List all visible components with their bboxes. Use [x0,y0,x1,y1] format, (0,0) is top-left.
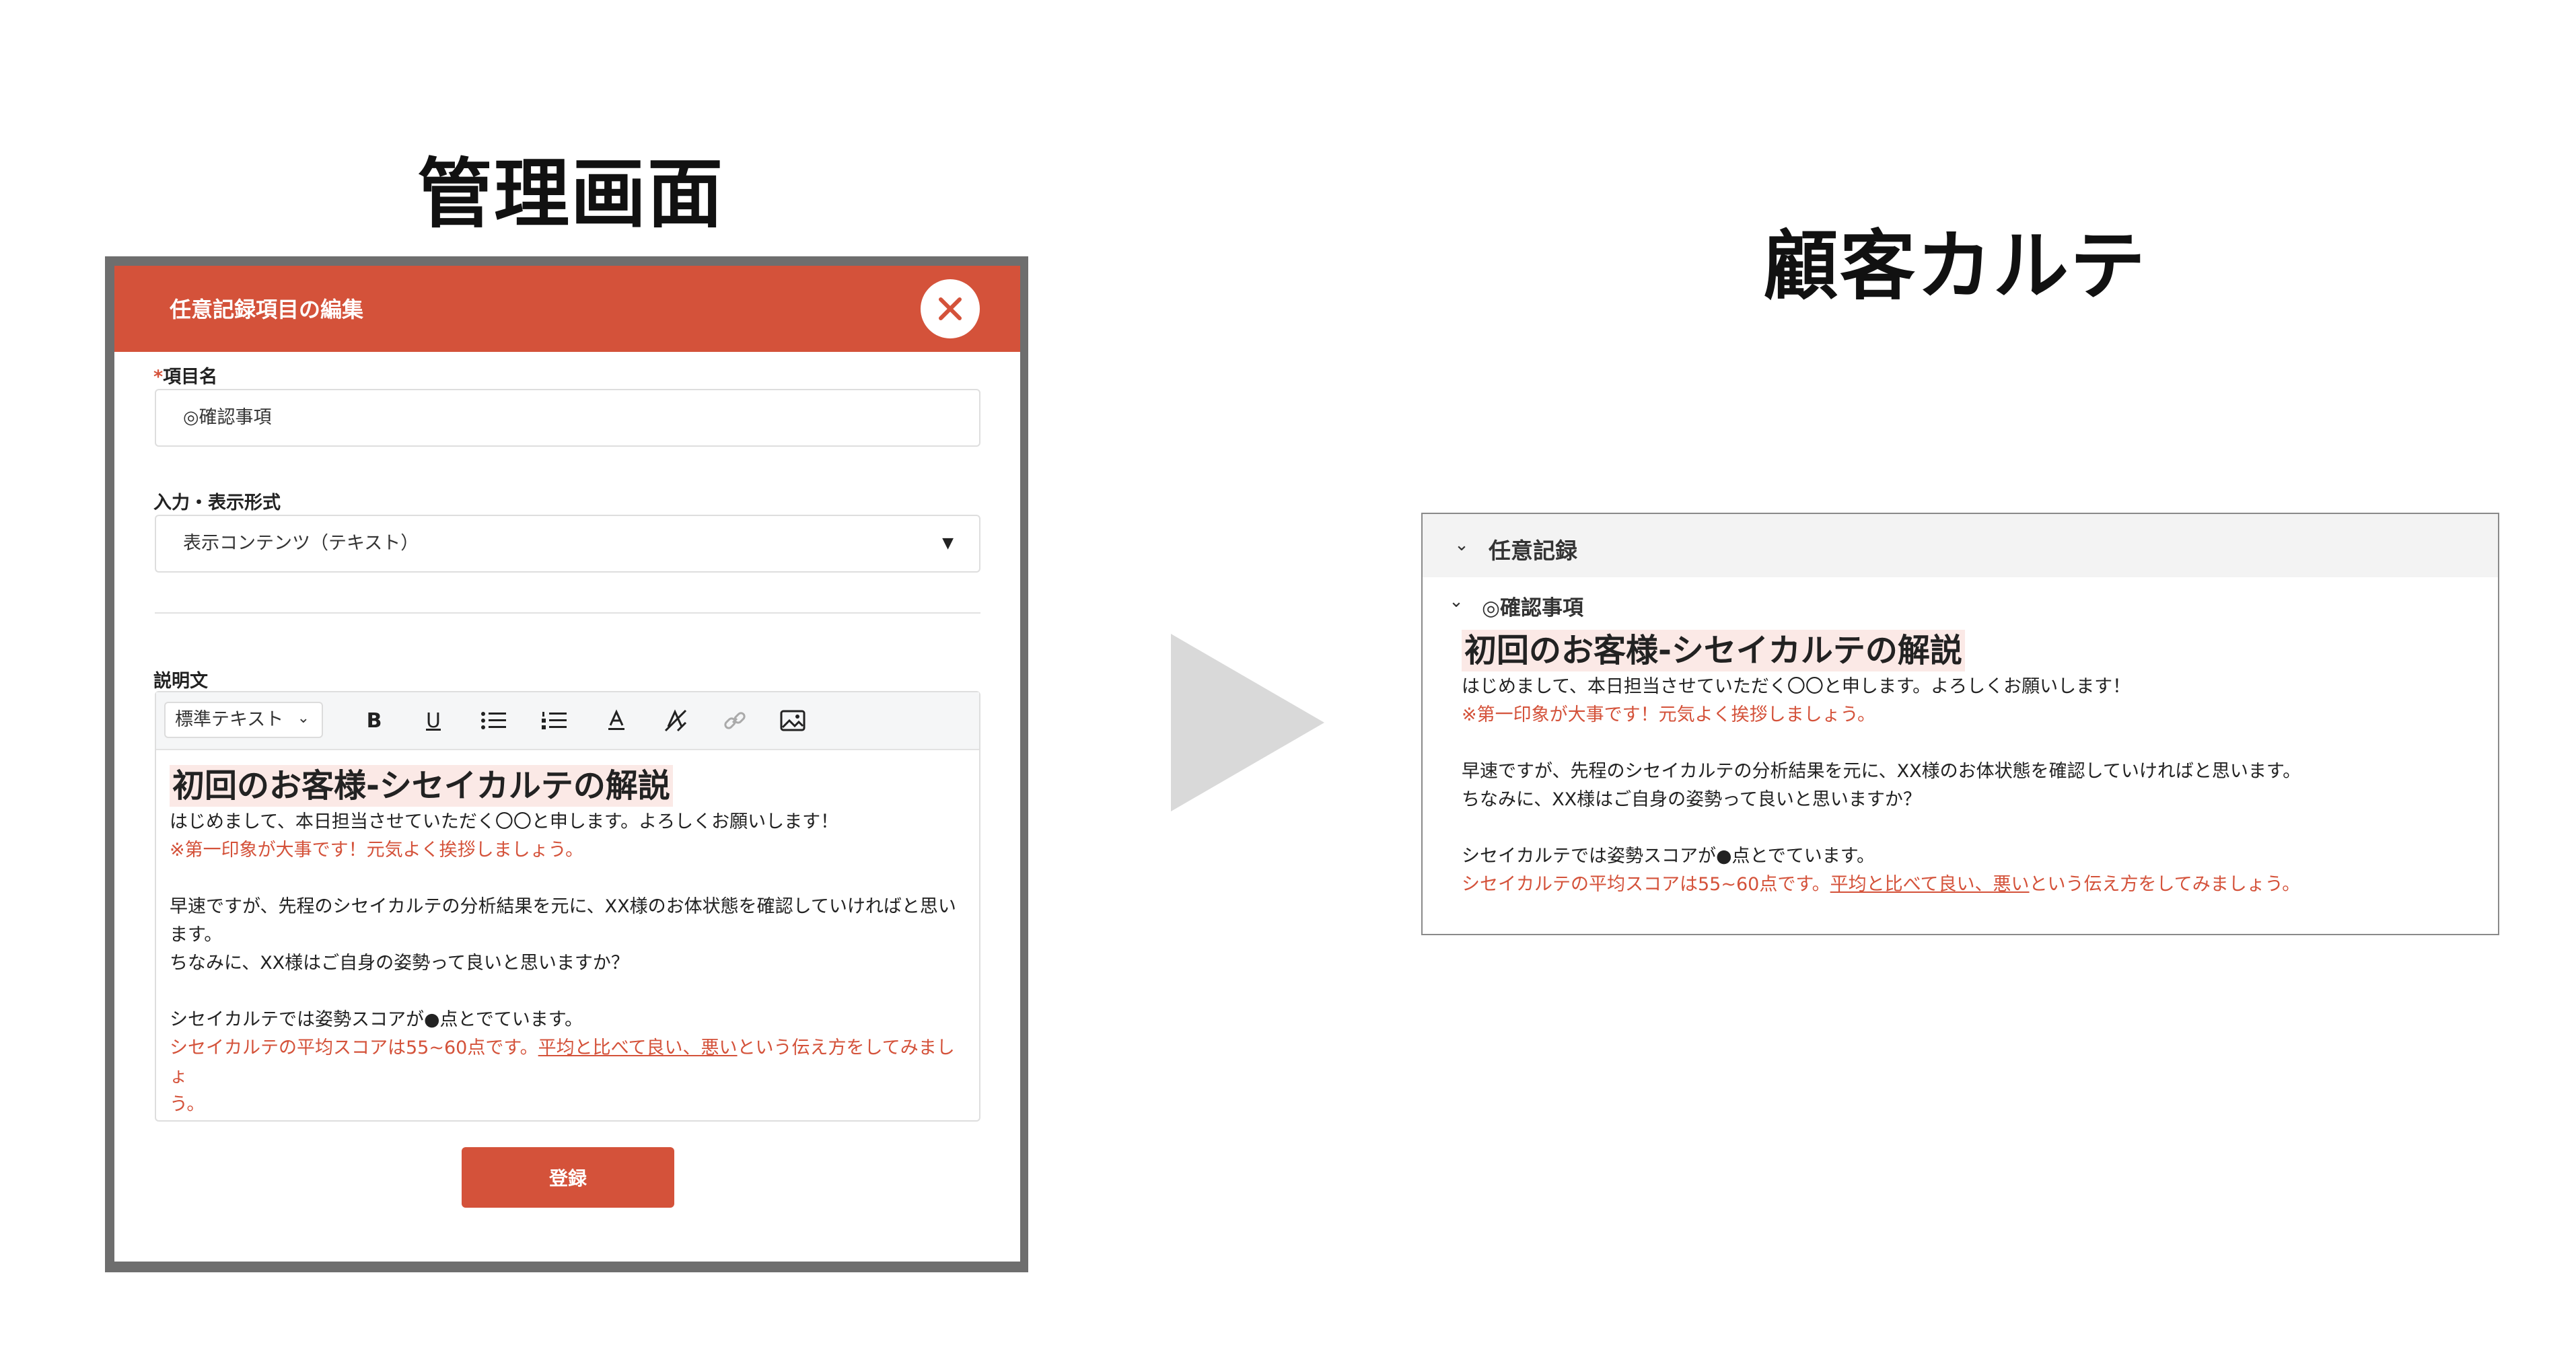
customer-chart-heading: 顧客カルテ [1763,223,2147,310]
content-line: シセイカルテでは姿勢スコアが●点とでています。 [170,1009,583,1030]
editor-content[interactable]: 初回のお客様-シセイカルテの解説 はじめまして、本日担当させていただく〇〇と申し… [170,765,970,1119]
customer-chart-panel: ⌄ 任意記録 ⌄ ◎確認事項 初回のお客様-シセイカルテの解説 はじめまして、本… [1421,513,2499,935]
content-note: シセイカルテの平均スコアは55~60点です。平均と比べて良い、悪いという伝え方を… [170,1034,970,1091]
content-line: 早速ですが、先程のシセイカルテの分析結果を元に、XX様のお体状態を確認していけれ… [1462,761,2301,782]
submit-button[interactable]: 登録 [462,1147,674,1208]
content-line: ちなみに、XX様はご自身の姿勢って良いと思いますか？ [1462,789,1921,810]
content-line: シセイカルテでは姿勢スコアが●点とでています。 [1462,846,1875,867]
section-title: 任意記録 [1489,538,1577,564]
dropdown-arrow-icon: ▼ [942,535,954,552]
editor-toolbar: 標準テキスト ⌄ B U [156,692,979,750]
close-button[interactable] [921,279,980,338]
modal-header: 任意記録項目の編集 [114,266,1020,352]
item-title: ◎確認事項 [1482,596,1584,620]
transition-arrow-icon [1171,634,1324,811]
item-content: 初回のお客様-シセイカルテの解説 はじめまして、本日担当させていただく〇〇と申し… [1462,630,2484,899]
clear-format-icon[interactable] [661,706,690,735]
item-name-label-text: 項目名 [163,367,218,388]
content-line: ます。 [170,924,223,945]
content-note-text: シセイカルテの平均スコアは55~60点です。 [1462,874,1830,895]
content-line: はじめまして、本日担当させていただく〇〇と申します。よろしくお願いします！ [1462,676,2131,697]
content-note: シセイカルテの平均スコアは55~60点です。平均と比べて良い、悪いという伝え方を… [1462,871,2484,899]
content-note: ※第一印象が大事です！元気よく挨拶しましょう。 [170,840,584,861]
item-name-value: ◎確認事項 [183,407,272,428]
bold-icon[interactable]: B [359,706,389,735]
chevron-down-icon[interactable]: ⌄ [1441,587,1471,616]
item-name-input[interactable]: ◎確認事項 [155,389,980,447]
bullet-list-icon[interactable] [479,706,509,735]
required-mark: * [153,367,164,388]
rich-text-editor[interactable]: 標準テキスト ⌄ B U 初回のお客様-シセイカルテの解説 はじめまして、本日担… [155,691,980,1122]
item-name-label: *項目名 [153,362,217,388]
description-label: 説明文 [153,671,208,692]
content-line: 早速ですが、先程のシセイカルテの分析結果を元に、XX様のお体状態を確認していけれ… [170,896,956,917]
content-heading: 初回のお客様-シセイカルテの解説 [1462,630,1965,671]
numbered-list-icon[interactable] [540,706,569,735]
font-color-icon[interactable] [602,706,631,735]
underline-icon[interactable]: U [419,706,448,735]
chevron-down-icon: ⌄ [297,710,310,727]
edit-modal: 任意記録項目の編集 *項目名 ◎確認事項 入力・表示形式 表示コンテンツ（テキス… [114,266,1020,1262]
modal-title: 任意記録項目の編集 [170,297,364,322]
text-style-value: 標準テキスト [175,709,284,730]
admin-screen-heading: 管理画面 [417,151,724,238]
content-note-text: シセイカルテの平均スコアは55~60点です。 [170,1037,538,1058]
underlined-text: 平均と比べて良い、悪い [538,1037,738,1058]
link-icon[interactable] [720,706,750,735]
format-select-value: 表示コンテンツ（テキスト） [183,533,419,554]
divider [155,612,980,614]
text-style-select[interactable]: 標準テキスト ⌄ [164,702,323,738]
content-note: う。 [170,1094,205,1115]
section-header[interactable]: ⌄ 任意記録 [1423,514,2498,577]
format-select[interactable]: 表示コンテンツ（テキスト） ▼ [155,515,980,573]
underlined-text: 平均と比べて良い、悪い [1830,874,2030,895]
content-heading: 初回のお客様-シセイカルテの解説 [170,765,673,807]
content-line: はじめまして、本日担当させていただく〇〇と申します。よろしくお願いします！ [170,811,839,832]
format-label: 入力・表示形式 [153,493,281,513]
content-note: ※第一印象が大事です！元気よく挨拶しましょう。 [1462,704,1876,725]
content-line: ちなみに、XX様はご自身の姿勢って良いと思いますか？ [170,953,629,974]
content-note-text: という伝え方をしてみましょう。 [2029,874,2301,895]
close-icon [939,297,962,320]
image-icon[interactable] [778,706,808,735]
chevron-down-icon[interactable]: ⌄ [1447,530,1476,560]
